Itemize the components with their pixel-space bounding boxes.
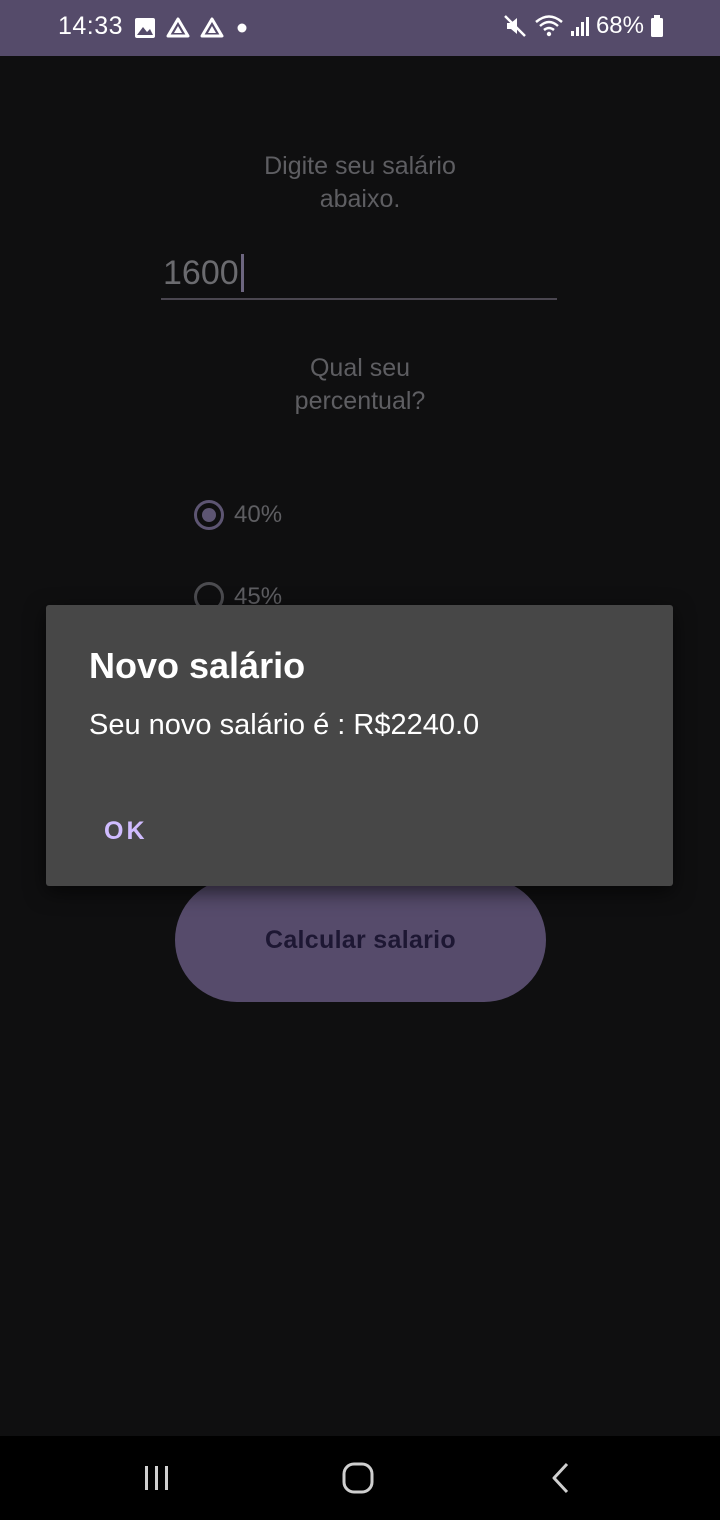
recents-button[interactable]: [137, 1458, 177, 1498]
percent-prompt: Qual seu percentual?: [200, 352, 520, 418]
dialog-ok-button[interactable]: OK: [90, 809, 162, 854]
drive-icon: [166, 17, 190, 38]
back-button[interactable]: [540, 1458, 580, 1498]
navigation-bar: [0, 1436, 720, 1520]
salary-prompt-line1: Digite seu salário: [264, 152, 456, 180]
back-icon: [552, 1462, 569, 1494]
radio-option-40[interactable]: 40%: [194, 500, 282, 530]
mute-icon: [504, 15, 526, 37]
home-button[interactable]: [338, 1458, 378, 1498]
salary-input-value: 1600: [163, 254, 239, 292]
status-time: 14:33: [58, 12, 124, 40]
signal-icon: [570, 17, 589, 36]
salary-prompt-line2: abaixo.: [319, 185, 401, 213]
percent-prompt-line1: Qual seu: [309, 354, 411, 382]
status-system-icons: 68%: [502, 12, 664, 40]
home-icon: [342, 1462, 374, 1494]
status-bar: 14:33 68%: [0, 0, 720, 56]
calculate-salary-button[interactable]: Calcular salario: [175, 878, 546, 1002]
status-notification-icons: [134, 17, 250, 39]
battery-icon: [651, 15, 663, 37]
recents-icon: [145, 1466, 168, 1490]
dialog-title: Novo salário: [89, 645, 306, 686]
new-salary-dialog: Novo salário Seu novo salário é : R$2240…: [46, 605, 673, 886]
salary-prompt: Digite seu salário abaixo.: [200, 150, 520, 216]
wifi-icon: [535, 15, 563, 37]
dialog-message: Seu novo salário é : R$2240.0: [89, 709, 480, 741]
notification-dot-icon: [237, 23, 247, 33]
radio-label-40: 40%: [234, 501, 283, 528]
drive-icon: [200, 17, 224, 38]
battery-percent: 68%: [595, 12, 644, 39]
text-cursor: [241, 254, 244, 292]
radio-checked-icon[interactable]: [194, 500, 224, 530]
gallery-icon: [135, 18, 155, 38]
percent-prompt-line2: percentual?: [294, 387, 426, 415]
salary-input[interactable]: 1600: [161, 248, 557, 300]
